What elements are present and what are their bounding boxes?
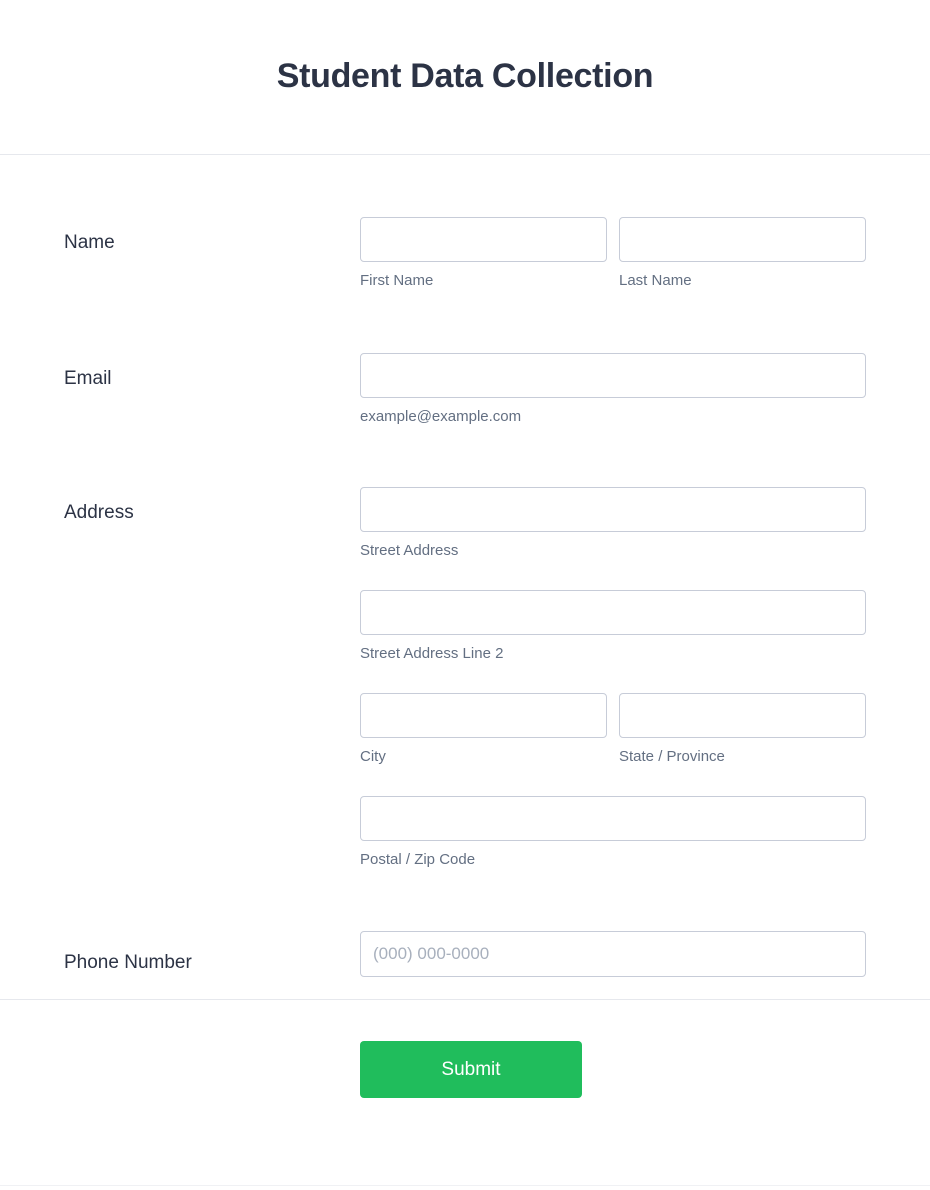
sublabel-street-address: Street Address <box>360 542 459 559</box>
form-field-address: Address Street Address Street Address Li… <box>0 427 930 870</box>
street-address-line-2-input[interactable] <box>360 590 866 635</box>
email-input[interactable] <box>360 353 866 398</box>
page-title: Student Data Collection <box>276 57 654 96</box>
subfield-state-province: State / Province <box>619 693 866 767</box>
address-city-state-grid: City State / Province <box>360 693 866 767</box>
subfield-phone-number <box>360 931 866 977</box>
subfield-street-address: Street Address <box>360 487 866 561</box>
subfield-first-name: First Name <box>360 217 607 291</box>
form-header: Student Data Collection <box>0 0 930 155</box>
first-name-input[interactable] <box>360 217 607 262</box>
name-subfield-grid: First Name Last Name <box>360 217 866 291</box>
field-control-phone-number <box>360 931 866 977</box>
field-control-email: example@example.com <box>360 353 866 427</box>
last-name-input[interactable] <box>619 217 866 262</box>
subfield-email: example@example.com <box>360 353 866 427</box>
sublabel-city: City <box>360 748 386 765</box>
sublabel-street-address-2: Street Address Line 2 <box>360 645 504 662</box>
field-label-email: Email <box>64 368 112 389</box>
field-control-name: First Name Last Name <box>360 217 866 291</box>
subfield-postal-zip: Postal / Zip Code <box>360 796 866 870</box>
form-field-phone-number: Phone Number <box>0 870 930 999</box>
subfield-street-address-2: Street Address Line 2 <box>360 590 866 664</box>
page-bottom-divider <box>0 1185 930 1186</box>
submit-button[interactable]: Submit <box>360 1041 582 1098</box>
field-label-name: Name <box>64 232 115 253</box>
sublabel-postal-zip: Postal / Zip Code <box>360 851 476 868</box>
subfield-last-name: Last Name <box>619 217 866 291</box>
subfield-city: City <box>360 693 607 767</box>
sublabel-first-name: First Name <box>360 272 434 289</box>
field-label-address: Address <box>64 502 134 523</box>
city-input[interactable] <box>360 693 607 738</box>
form-field-email: Email example@example.com <box>0 291 930 427</box>
sublabel-email: example@example.com <box>360 408 522 425</box>
form-body: Name First Name Last Name Email example@… <box>0 155 930 999</box>
student-data-collection-form: Student Data Collection Name First Name … <box>0 0 930 1190</box>
sublabel-state-province: State / Province <box>619 748 725 765</box>
state-province-input[interactable] <box>619 693 866 738</box>
form-field-name: Name First Name Last Name <box>0 155 930 291</box>
sublabel-last-name: Last Name <box>619 272 692 289</box>
phone-number-input[interactable] <box>360 931 866 977</box>
street-address-input[interactable] <box>360 487 866 532</box>
field-control-address: Street Address Street Address Line 2 Cit… <box>360 487 866 870</box>
postal-zip-code-input[interactable] <box>360 796 866 841</box>
field-label-phone-number: Phone Number <box>64 952 192 973</box>
form-footer: Submit <box>0 999 930 1098</box>
